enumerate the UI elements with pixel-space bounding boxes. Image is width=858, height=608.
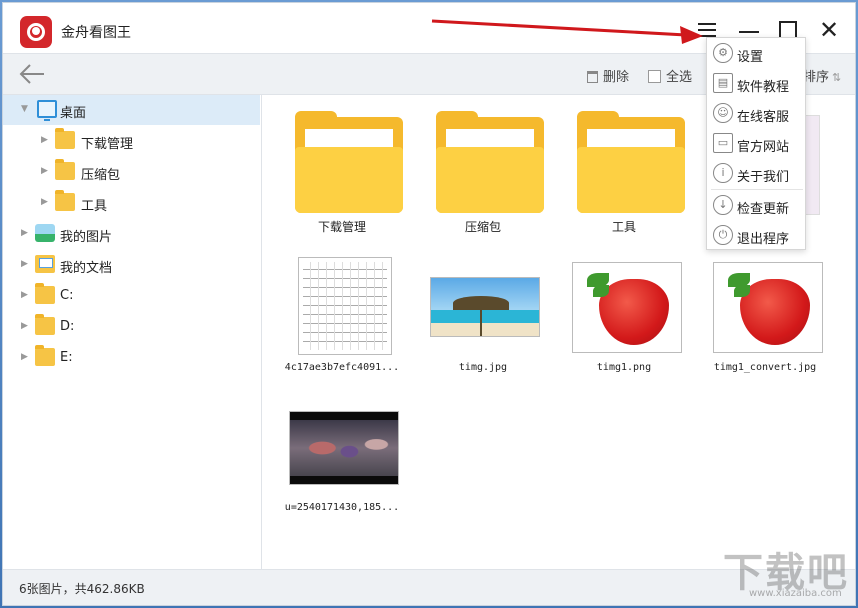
info-icon: i [713,163,733,183]
caret-right-icon[interactable]: ▶ [21,259,28,269]
sort-arrows-icon: ⇅ [832,71,842,84]
checkbox-icon [648,70,661,83]
sidebar-item-drive-e[interactable]: ▶ E: [3,343,260,373]
menu-item-about[interactable]: i 关于我们 [707,158,805,188]
headset-icon: ☺ [713,103,733,123]
delete-button[interactable]: 删除 [587,66,629,85]
drive-icon [35,345,55,366]
caret-down-icon[interactable]: ▼ [21,104,28,114]
menu-item-settings[interactable]: ⚙ 设置 [707,38,805,68]
trash-icon [587,71,598,83]
sort-button[interactable]: 排序 ⇅ [803,66,841,85]
sidebar-item-downloads[interactable]: ▶ 下载管理 [3,126,260,156]
app-logo-icon [20,16,52,48]
back-arrow-icon[interactable] [17,61,47,87]
caret-right-icon[interactable]: ▶ [41,135,48,145]
beach-thumbnail [430,277,540,337]
book-icon: ▤ [713,73,733,93]
folder-icon [55,159,75,180]
menu-item-check-update[interactable]: ↓ 检查更新 [707,190,805,220]
app-window: 金舟看图王 ✕ 删除 全选 排序 ⇅ ▼ 桌面 ▶ 下载管理 ▶ 压缩包 ▶ 工… [2,2,856,606]
sidebar-item-drive-d[interactable]: ▶ D: [3,312,260,342]
strawberry-thumbnail [713,262,823,353]
image-tile[interactable]: u=2540171430,185... [277,395,407,520]
caret-right-icon[interactable]: ▶ [21,321,28,331]
download-icon: ↓ [713,195,733,215]
caret-right-icon[interactable]: ▶ [21,228,28,238]
image-tile[interactable]: 4c17ae3b7efc4091... [277,255,407,375]
caret-right-icon[interactable]: ▶ [21,290,28,300]
image-tile[interactable]: timg1_convert.jpg [700,255,830,375]
sidebar-item-my-pictures[interactable]: ▶ 我的图片 [3,219,260,249]
document-thumbnail [298,257,392,355]
folder-tile[interactable]: 工具 [559,95,689,240]
menu-item-tutorial[interactable]: ▤ 软件教程 [707,68,805,98]
menu-item-official-site[interactable]: ▭ 官方网站 [707,128,805,158]
menu-item-exit[interactable]: ⏻ 退出程序 [707,220,805,250]
folder-tile[interactable]: 下载管理 [277,95,407,240]
folder-icon [577,111,685,213]
monitor-icon: ▭ [713,133,733,153]
anime-thumbnail [289,411,399,485]
sidebar: ▼ 桌面 ▶ 下载管理 ▶ 压缩包 ▶ 工具 ▶ 我的图片 ▶ 我的文档 ▶ C… [3,95,262,569]
status-text: 6张图片，共462.86KB [19,582,145,596]
folder-icon [436,111,544,213]
folder-icon [295,111,403,213]
sidebar-item-archive[interactable]: ▶ 压缩包 [3,157,260,187]
sidebar-item-desktop[interactable]: ▼ 桌面 [3,95,260,125]
drive-icon [35,314,55,335]
sidebar-item-my-documents[interactable]: ▶ 我的文档 [3,250,260,280]
pictures-icon [35,224,55,242]
gear-icon: ⚙ [713,43,733,63]
menu-item-online-support[interactable]: ☺ 在线客服 [707,98,805,128]
folder-icon [55,128,75,149]
strawberry-thumbnail [572,262,682,353]
power-icon: ⏻ [713,225,733,245]
drive-icon [35,283,55,304]
select-all-checkbox[interactable]: 全选 [648,66,692,85]
image-tile[interactable]: timg1.png [559,255,689,375]
caret-right-icon[interactable]: ▶ [41,166,48,176]
close-icon[interactable]: ✕ [817,18,841,43]
desktop-icon [37,100,57,121]
site-watermark: 下载吧 www.xiazaiba.com [723,540,853,604]
image-tile[interactable]: timg.jpg [418,255,548,375]
folder-icon [55,190,75,211]
folder-tile[interactable]: 压缩包 [418,95,548,240]
sidebar-item-drive-c[interactable]: ▶ C: [3,281,260,311]
app-title: 金舟看图王 [61,25,131,41]
red-arrow-annotation [431,19,703,44]
sidebar-item-tools[interactable]: ▶ 工具 [3,188,260,218]
caret-right-icon[interactable]: ▶ [21,352,28,362]
documents-icon [35,255,55,273]
watermark-url: www.xiazaiba.com [749,588,842,599]
caret-right-icon[interactable]: ▶ [41,197,48,207]
main-menu-dropdown: ⚙ 设置 ▤ 软件教程 ☺ 在线客服 ▭ 官方网站 i 关于我们 ↓ 检查更新 … [706,37,806,250]
